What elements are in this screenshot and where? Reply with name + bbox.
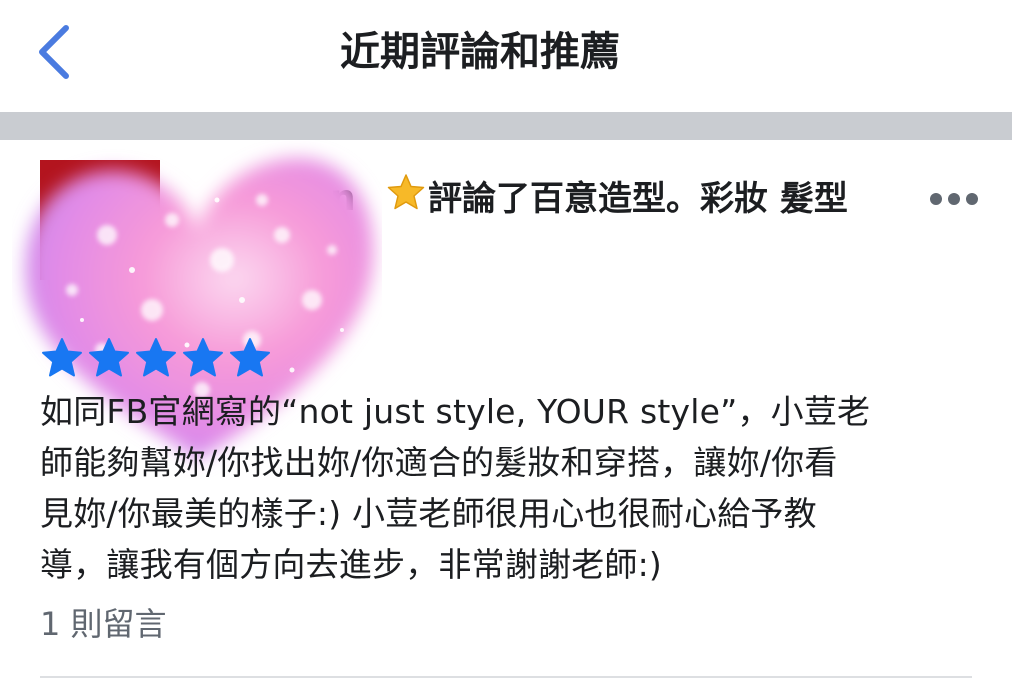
review-headline: 評論了百意造型。彩妝 髮型 xyxy=(428,179,848,219)
more-options-button[interactable] xyxy=(928,184,980,214)
review-text-line: 見妳/你最美的樣子:) 小荳老師很用心也很耐心給予教 xyxy=(40,494,817,533)
review-text-line: 導，讓我有個方向去進步，非常謝謝老師:) xyxy=(40,545,662,584)
review-text-line: 如同FB官網寫的“not just style, YOUR style”，小荳老 xyxy=(40,392,871,431)
star-icon xyxy=(89,338,129,377)
section-divider xyxy=(0,112,1012,140)
chevron-left-icon xyxy=(39,25,69,79)
back-button[interactable] xyxy=(30,22,80,82)
author-name[interactable]: n xyxy=(330,176,356,222)
star-icon xyxy=(183,338,223,377)
comments-count-link[interactable]: 1 則留言 xyxy=(40,602,167,646)
navigation-header: 近期評論和推薦 xyxy=(0,0,1012,112)
review-card: n 評論了百意造型。彩妝 髮型 如同FB官網寫的“not just style,… xyxy=(0,140,1012,690)
star-icon xyxy=(42,338,82,377)
star-icon xyxy=(230,338,270,377)
review-text-line: 師能夠幫妳/你找出妳/你適合的髮妝和穿搭，讓妳/你看 xyxy=(40,443,838,482)
review-text: 如同FB官網寫的“not just style, YOUR style”，小荳老… xyxy=(40,386,980,590)
star-icon xyxy=(136,338,176,377)
page-title: 近期評論和推薦 xyxy=(340,29,620,75)
avatar[interactable] xyxy=(40,160,160,280)
star-rating xyxy=(40,336,272,380)
divider xyxy=(40,676,972,678)
star-icon xyxy=(387,174,425,210)
app-window: 近期評論和推薦 n 評論了百意造型。彩妝 髮型 如同FB官網寫的“not jus… xyxy=(0,0,1012,690)
